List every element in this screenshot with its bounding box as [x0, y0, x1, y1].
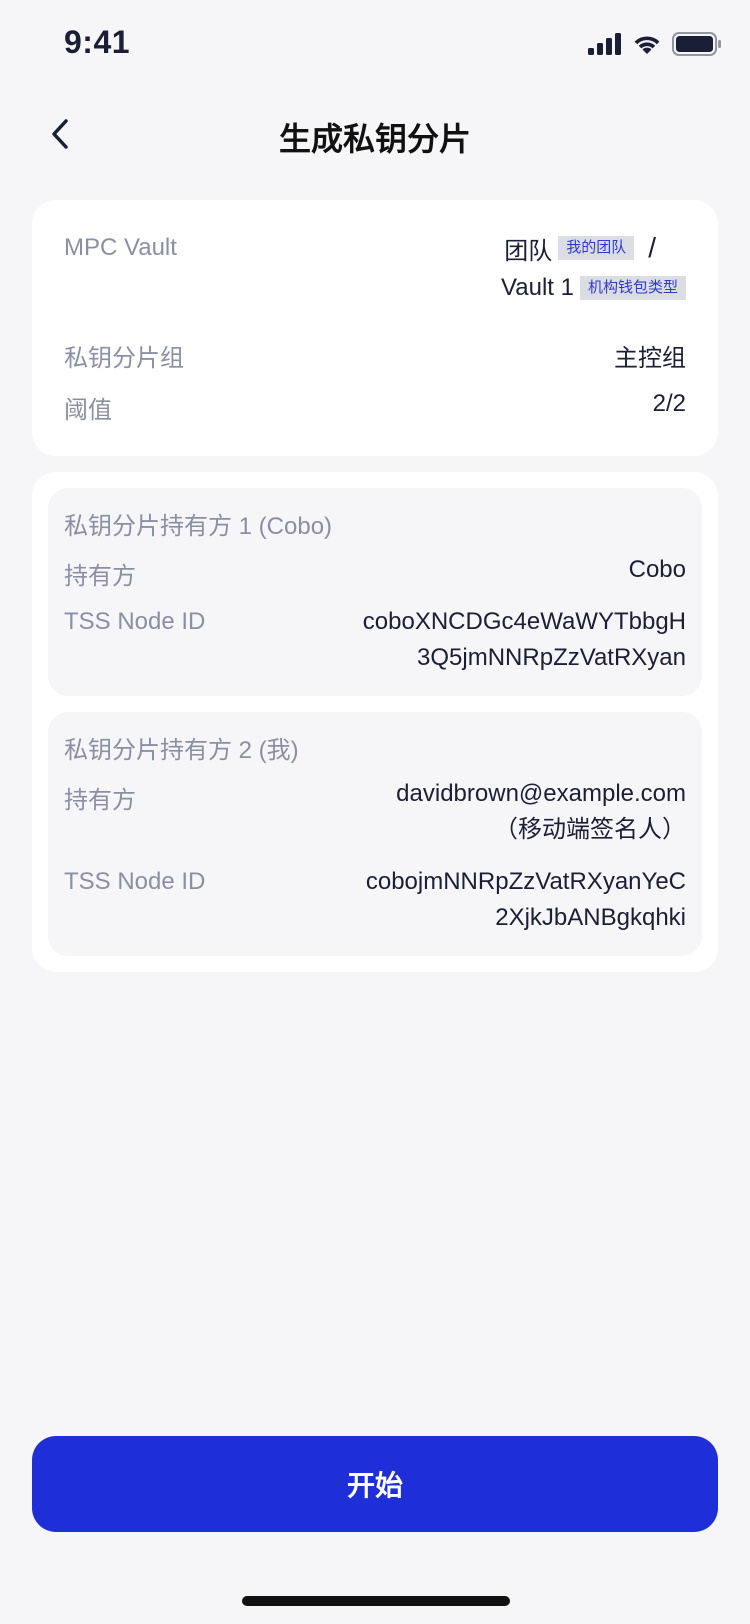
holder-1-node-id-line1: coboXNCDGc4eWaWYTbbgH: [362, 608, 686, 635]
threshold-label: 阈值: [64, 397, 112, 424]
nav-header: 生成私钥分片: [0, 96, 750, 176]
shard-holders-card: 私钥分片持有方 1 (Cobo) 持有方 Cobo TSS Node ID co…: [32, 472, 718, 972]
vault-line: Vault 1 机构钱包类型: [386, 270, 686, 306]
status-time: 9:41: [64, 24, 131, 60]
status-icons: [588, 32, 722, 61]
threshold-value: 2/2: [652, 390, 686, 417]
team-tag: 我的团队: [558, 236, 635, 260]
holder-2-owner-note: （移动端签名人）: [494, 816, 686, 843]
holder-2-title: 私钥分片持有方 2 (我): [64, 737, 299, 764]
holder-1-node-id-line2: 3Q5jmNNRpZzVatRXyan: [417, 644, 686, 671]
separator: /: [648, 232, 656, 263]
holder-1-panel: 私钥分片持有方 1 (Cobo) 持有方 Cobo TSS Node ID co…: [48, 488, 702, 696]
battery-icon: [672, 32, 722, 61]
holder-2-owner-email: davidbrown@example.com: [396, 780, 686, 807]
vault-name: Vault 1: [501, 274, 574, 301]
holder-1-owner-value: Cobo: [628, 556, 686, 583]
mpc-vault-label: MPC Vault: [64, 234, 177, 261]
holder-2-node-id-line1: cobojmNNRpZzVatRXyanYeC: [365, 868, 686, 895]
team-line: 团队 我的团队 /: [386, 230, 686, 266]
holder-2-owner-row: 持有方 davidbrown@example.com （移动端签名人）: [64, 780, 686, 852]
cellular-signal-icon: [588, 33, 622, 60]
vault-info-card: MPC Vault 团队 我的团队 / Vault 1 机构钱包类型 私钥分片组…: [32, 200, 718, 456]
page-title: 生成私钥分片: [278, 121, 471, 157]
holder-1-node-label: TSS Node ID: [64, 608, 206, 635]
holder-2-owner: davidbrown@example.com （移动端签名人）: [396, 776, 686, 848]
holder-2-owner-label: 持有方: [64, 787, 136, 814]
start-button[interactable]: 开始: [32, 1436, 718, 1532]
holder-1-node-id: coboXNCDGc4eWaWYTbbgH 3Q5jmNNRpZzVatRXya…: [363, 604, 686, 676]
holder-1-owner-row: 持有方 Cobo: [64, 556, 686, 592]
shard-group-value: 主控组: [614, 345, 686, 372]
shard-group-row: 私钥分片组 主控组: [64, 338, 686, 374]
vault-type-tag: 机构钱包类型: [579, 276, 686, 300]
holder-1-owner-label: 持有方: [64, 563, 136, 590]
holder-2-node-label: TSS Node ID: [64, 868, 206, 895]
shard-group-label: 私钥分片组: [64, 345, 184, 372]
holder-2-node-id: cobojmNNRpZzVatRXyanYeC 2XjkJbANBgkqhki: [366, 864, 686, 936]
team-name: 团队: [504, 237, 553, 265]
holder-2-node-row: TSS Node ID cobojmNNRpZzVatRXyanYeC 2Xjk…: [64, 868, 686, 940]
wifi-icon: [632, 33, 662, 60]
holder-2-node-id-line2: 2XjkJbANBgkqhki: [495, 904, 686, 931]
home-indicator: [242, 1596, 510, 1606]
threshold-row: 阈值 2/2: [64, 390, 686, 426]
status-bar: 9:41: [0, 0, 750, 90]
holder-2-panel: 私钥分片持有方 2 (我) 持有方 davidbrown@example.com…: [48, 712, 702, 956]
holder-1-node-row: TSS Node ID coboXNCDGc4eWaWYTbbgH 3Q5jmN…: [64, 608, 686, 680]
holder-1-title: 私钥分片持有方 1 (Cobo): [64, 513, 333, 540]
vault-identity: 团队 我的团队 / Vault 1 机构钱包类型: [386, 230, 686, 306]
